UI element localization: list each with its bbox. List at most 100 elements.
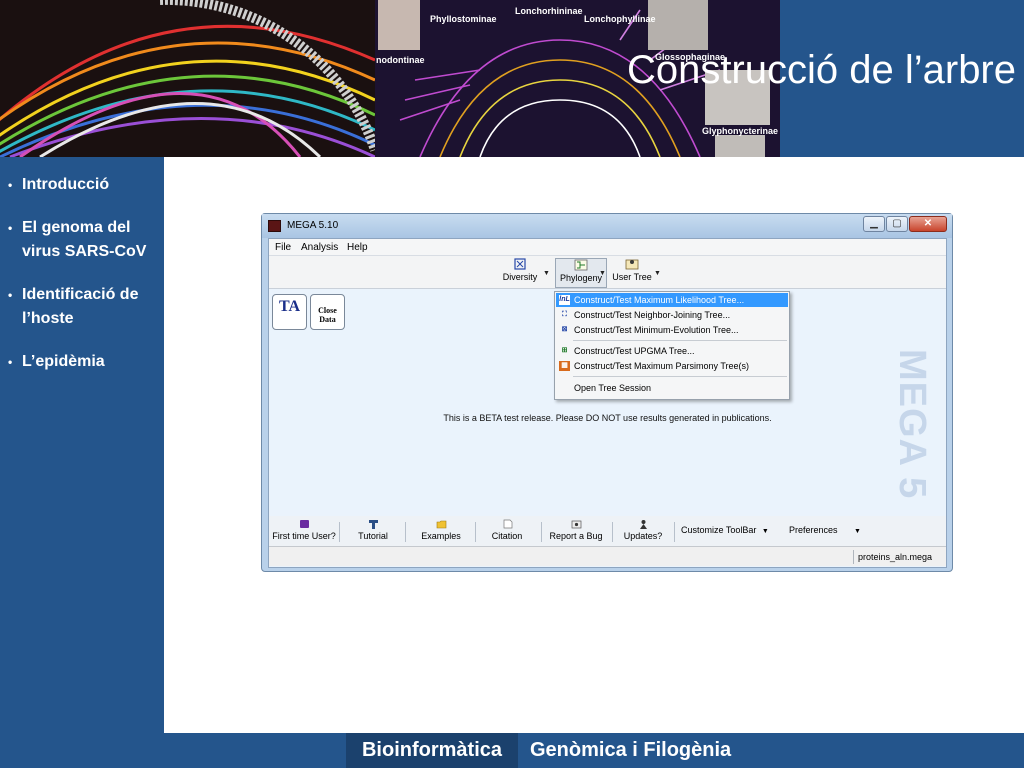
bug-report-icon [571, 520, 581, 529]
banner-label-lonchorhininae: Lonchorhininae [515, 6, 583, 16]
ta-alignment-icon: TA [278, 298, 301, 315]
citation-icon [503, 519, 512, 529]
bullet-icon: • [8, 221, 13, 235]
banner-label-nodontinae: nodontinae [376, 55, 425, 65]
status-file-name: proteins_aln.mega [853, 550, 941, 564]
menu-file[interactable]: File [275, 242, 291, 253]
diversity-icon [514, 258, 526, 270]
folder-icon [436, 520, 446, 529]
bullet-icon: • [8, 178, 13, 192]
close-button[interactable]: ✕ [909, 216, 947, 232]
close-data-label: Close Data [318, 306, 337, 324]
updates-label: Updates? [623, 531, 663, 541]
menu-item-label: Open Tree Session [574, 383, 652, 393]
report-bug-button[interactable]: Report a Bug [548, 519, 604, 545]
menu-item-maximum-likelihood[interactable]: lnL Construct/Test Maximum Likelihood Tr… [556, 293, 788, 307]
menu-item-minimum-evolution[interactable]: ⊠ Construct/Test Minimum-Evolution Tree.… [556, 323, 788, 337]
citation-button[interactable]: Citation [485, 519, 529, 545]
toolbar-separator [612, 522, 613, 542]
diversity-label: Diversity [502, 272, 538, 282]
mp-icon: ▦ [559, 361, 570, 371]
nav-item-label: El genoma del virus SARS-CoV [22, 219, 147, 260]
window-titlebar[interactable]: MEGA 5.10 ▁ ▢ ✕ [262, 214, 952, 238]
phylogeny-label: Phylogeny [559, 273, 603, 283]
menu-separator [573, 376, 787, 377]
mega-app-icon [268, 220, 281, 232]
nav-item-label: Identificació de l’hoste [22, 286, 139, 327]
toolbar-separator [674, 522, 675, 542]
user-tree-icon [625, 259, 639, 270]
bottom-toolbar: First time User? Tutorial Examples Citat… [269, 516, 946, 546]
banner-label-lonchophyllinae: Lonchophyllinae [584, 14, 656, 24]
menu-item-upgma[interactable]: ⊞ Construct/Test UPGMA Tree... [556, 344, 788, 358]
report-bug-label: Report a Bug [549, 531, 603, 541]
nav-item-label: L’epidèmia [22, 353, 105, 370]
examples-label: Examples [421, 531, 461, 541]
status-bar: proteins_aln.mega [269, 546, 946, 566]
slide-footer: Bioinformàtica Genòmica i Filogènia [0, 733, 1024, 768]
phylogeny-dropdown-icon[interactable]: ▼ [599, 270, 606, 277]
tutorial-icon [368, 520, 378, 529]
minimize-button[interactable]: ▁ [863, 216, 885, 232]
chevron-down-icon: ▼ [854, 528, 861, 535]
nav-item-label: Introducció [22, 176, 110, 193]
menu-item-neighbor-joining[interactable]: ⛶ Construct/Test Neighbor-Joining Tree..… [556, 308, 788, 322]
beta-notice: This is a BETA test release. Please DO N… [443, 413, 772, 423]
tutorial-button[interactable]: Tutorial [351, 519, 395, 545]
nav-item-hoste[interactable]: • Identificació de l’hoste [0, 283, 164, 331]
examples-button[interactable]: Examples [417, 519, 465, 545]
menu-item-label: Construct/Test Neighbor-Joining Tree... [574, 310, 731, 320]
user-tree-button[interactable]: User Tree [611, 258, 653, 288]
updates-button[interactable]: Updates? [620, 519, 666, 545]
bullet-icon: • [8, 288, 13, 302]
updates-icon [639, 520, 647, 529]
menu-item-maximum-parsimony[interactable]: ▦ Construct/Test Maximum Parsimony Tree(… [556, 359, 788, 373]
nj-icon: ⛶ [562, 311, 567, 318]
footer-course-title: Bioinformàtica [346, 733, 518, 768]
menu-item-open-tree-session[interactable]: Open Tree Session [556, 381, 788, 395]
main-toolbar: Diversity ▼ Phylogeny ▼ User Tree ▼ [269, 256, 946, 289]
phylogeny-icon [574, 259, 588, 271]
me-icon: ⊠ [561, 326, 568, 333]
upgma-icon: ⊞ [561, 347, 568, 354]
phylogeny-dropdown-menu: lnL Construct/Test Maximum Likelihood Tr… [554, 291, 790, 400]
user-tree-label: User Tree [612, 272, 652, 282]
diversity-dropdown-icon[interactable]: ▼ [543, 270, 550, 277]
first-time-user-label: First time User? [272, 531, 336, 541]
close-data-tile[interactable]: Close Data [310, 294, 345, 330]
nav-item-epidemia[interactable]: • L’epidèmia [0, 350, 164, 374]
toolbar-separator [405, 522, 406, 542]
window-client-area: File Analysis Help Diversity ▼ Phylogeny… [268, 238, 947, 568]
header-banner: Phyllostominae Lonchorhininae Lonchophyl… [0, 0, 1024, 157]
toolbar-separator [475, 522, 476, 542]
first-time-user-icon [299, 520, 309, 528]
alignment-explorer-tile[interactable]: TA [272, 294, 307, 330]
slide-sidebar: • Introducció • El genoma del virus SARS… [0, 157, 164, 733]
tutorial-label: Tutorial [358, 531, 388, 541]
nav-item-genoma[interactable]: • El genoma del virus SARS-CoV [0, 216, 164, 264]
first-time-user-button[interactable]: First time User? [272, 519, 336, 545]
nav-item-introduccio[interactable]: • Introducció [0, 173, 164, 197]
menu-analysis[interactable]: Analysis [301, 242, 338, 253]
footer-section-title: Genòmica i Filogènia [530, 739, 732, 761]
banner-label-phyllostominae: Phyllostominae [430, 14, 497, 24]
diversity-button[interactable]: Diversity [501, 258, 539, 288]
slide-title: Construcció de l’arbre [626, 48, 1016, 92]
chevron-down-icon: ▼ [761, 528, 769, 535]
menu-separator [573, 340, 787, 341]
menu-item-label: Construct/Test Maximum Likelihood Tree..… [574, 295, 745, 305]
banner-label-glyphonycterinae: Glyphonycterinae [702, 126, 778, 136]
menu-item-label: Construct/Test UPGMA Tree... [574, 346, 695, 356]
maximize-button[interactable]: ▢ [886, 216, 908, 232]
citation-label: Citation [491, 531, 523, 541]
menu-item-label: Construct/Test Minimum-Evolution Tree... [574, 325, 739, 335]
mega-watermark: MEGA 5 [891, 349, 933, 500]
menubar: File Analysis Help [269, 239, 946, 256]
ml-icon: lnL [559, 295, 570, 305]
mega-window: MEGA 5.10 ▁ ▢ ✕ File Analysis Help Diver… [261, 213, 953, 572]
preferences-label: Preferences [789, 525, 838, 535]
window-title: MEGA 5.10 [287, 220, 339, 231]
toolbar-separator [339, 522, 340, 542]
user-tree-dropdown-icon[interactable]: ▼ [654, 270, 661, 277]
menu-help[interactable]: Help [347, 242, 368, 253]
